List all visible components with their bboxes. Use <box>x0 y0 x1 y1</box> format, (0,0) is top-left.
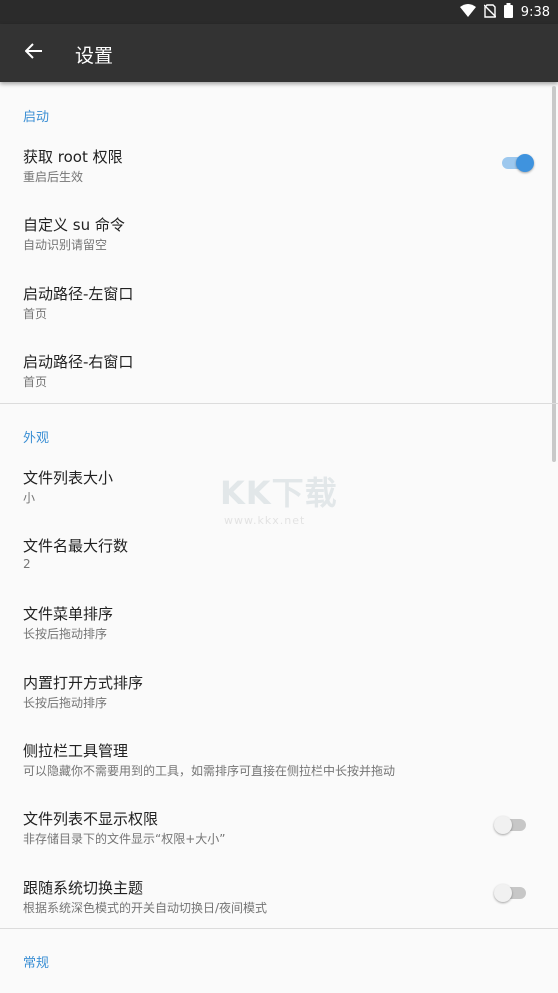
pref-title: 跟随系统切换主题 <box>23 879 144 897</box>
pref-title: 启动路径-右窗口 <box>23 353 134 371</box>
pref-hide-permissions[interactable]: 文件列表不显示权限 非存储目录下的文件显示“权限+大小” <box>0 808 558 858</box>
pref-start-path-left[interactable]: 启动路径-左窗口 首页 <box>0 283 558 333</box>
section-divider <box>0 403 558 404</box>
pref-root-permission[interactable]: 获取 root 权限 重启后生效 <box>0 146 558 196</box>
status-time: 9:38 <box>520 4 550 20</box>
toolbar: 设置 <box>0 24 558 82</box>
pref-subtitle: 首页 <box>23 307 48 321</box>
back-button[interactable] <box>18 37 50 69</box>
pref-subtitle: 长按后拖动排序 <box>23 627 108 641</box>
status-bar: 9:38 <box>0 0 558 24</box>
pref-subtitle: 根据系统深色模式的开关自动切换日/夜间模式 <box>23 901 268 915</box>
wifi-icon <box>459 3 476 22</box>
pref-title: 侧拉栏工具管理 <box>23 742 129 760</box>
section-header-general: 常规 <box>23 956 50 971</box>
pref-subtitle: 可以隐藏你不需要用到的工具，如需排序可直接在侧拉栏中长按并拖动 <box>23 764 396 778</box>
pref-title: 内置打开方式排序 <box>23 674 144 692</box>
pref-custom-su[interactable]: 自定义 su 命令 自动识别请留空 <box>0 214 558 264</box>
pref-subtitle: 自动识别请留空 <box>23 238 108 252</box>
pref-title: 获取 root 权限 <box>23 148 123 166</box>
pref-subtitle: 非存储目录下的文件显示“权限+大小” <box>23 832 226 846</box>
page-title: 设置 <box>75 45 114 67</box>
pref-title: 自定义 su 命令 <box>23 216 125 234</box>
watermark-url: www.kkx.net <box>224 514 306 527</box>
no-sim-icon <box>483 3 497 22</box>
pref-follow-system-theme[interactable]: 跟随系统切换主题 根据系统深色模式的开关自动切换日/夜间模式 <box>0 877 558 927</box>
section-divider <box>0 928 558 929</box>
battery-icon <box>503 2 513 22</box>
watermark-logo: KK下载 <box>220 474 338 512</box>
pref-subtitle: 小 <box>23 491 36 505</box>
pref-file-menu-order[interactable]: 文件菜单排序 长按后拖动排序 <box>0 603 558 653</box>
arrow-back-icon <box>24 42 43 64</box>
switch-thumb <box>494 884 512 902</box>
pref-start-path-right[interactable]: 启动路径-右窗口 首页 <box>0 351 558 401</box>
scrollbar[interactable] <box>552 86 556 462</box>
pref-title: 文件名最大行数 <box>23 537 129 555</box>
follow-system-theme-switch[interactable] <box>494 883 530 903</box>
switch-thumb <box>494 816 512 834</box>
pref-title: 文件菜单排序 <box>23 605 114 623</box>
pref-subtitle: 2 <box>23 557 31 571</box>
hide-permissions-switch[interactable] <box>494 815 530 835</box>
pref-builtin-open-order[interactable]: 内置打开方式排序 长按后拖动排序 <box>0 672 558 722</box>
pref-title: 文件列表大小 <box>23 469 114 487</box>
root-permission-switch[interactable] <box>500 153 536 173</box>
pref-title: 文件列表不显示权限 <box>23 810 159 828</box>
pref-subtitle: 首页 <box>23 375 48 389</box>
pref-title: 启动路径-左窗口 <box>23 285 134 303</box>
section-header-startup: 启动 <box>23 110 50 125</box>
watermark: KK下载 www.kkx.net <box>220 468 338 527</box>
status-icons: 9:38 <box>459 2 550 22</box>
pref-sidebar-tools[interactable]: 侧拉栏工具管理 可以隐藏你不需要用到的工具，如需排序可直接在侧拉栏中长按并拖动 <box>0 740 558 790</box>
switch-thumb <box>516 154 534 172</box>
pref-subtitle: 长按后拖动排序 <box>23 696 108 710</box>
pref-subtitle: 重启后生效 <box>23 170 84 184</box>
pref-filename-max-lines[interactable]: 文件名最大行数 2 <box>0 535 558 585</box>
section-header-appearance: 外观 <box>23 431 50 446</box>
